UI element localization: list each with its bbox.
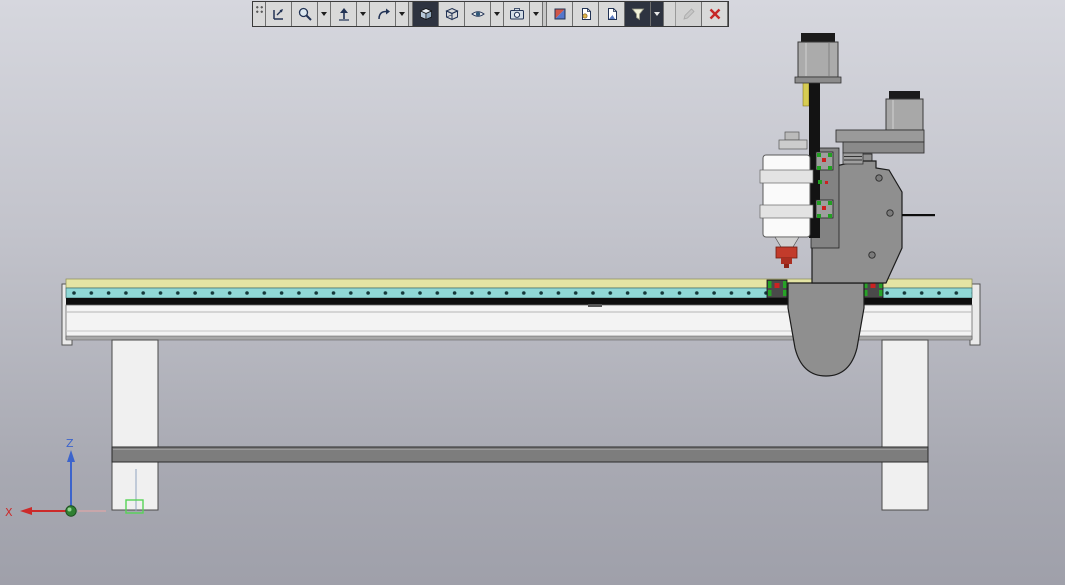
spindle-clamp-upper [759, 169, 814, 184]
z-coupler [802, 79, 810, 107]
chevron-down-icon [360, 12, 366, 16]
toolbar-grip-handle[interactable] [253, 2, 266, 26]
z-bearing-upper [815, 151, 834, 171]
display-state-doc-icon [607, 8, 617, 20]
spindle-assembly[interactable] [759, 131, 814, 268]
zoom-dropdown[interactable] [318, 2, 331, 26]
close-icon [709, 8, 720, 20]
toolbar-spacer [664, 2, 676, 26]
spindle-clamp-lower [759, 204, 814, 219]
apply-scene-dropdown[interactable] [530, 2, 543, 26]
machine-model[interactable] [61, 33, 981, 511]
z-axis-motor[interactable] [794, 33, 842, 84]
shaded-display-button[interactable] [413, 2, 439, 26]
edit-appearance-button[interactable] [573, 2, 599, 26]
limit-rod [902, 214, 935, 217]
camera-icon [509, 8, 524, 20]
hide-show-items-dropdown[interactable] [491, 2, 504, 26]
wireframe-display-button[interactable] [439, 2, 465, 26]
selection-filter-button[interactable] [625, 2, 651, 26]
close-toolbar-button[interactable] [702, 2, 728, 26]
origin-point [65, 505, 77, 517]
section-view-icon [554, 8, 565, 20]
view-orientation-button[interactable] [266, 2, 292, 26]
shaded-cube-icon [419, 8, 432, 21]
cad-viewport[interactable]: X Z [0, 0, 1065, 585]
display-state-button[interactable] [599, 2, 625, 26]
chevron-down-icon [494, 12, 500, 16]
chevron-down-icon [654, 12, 660, 16]
z-axis-label: Z [66, 437, 74, 450]
edit-button [676, 2, 702, 26]
wireframe-cube-icon [444, 7, 459, 21]
apply-scene-button[interactable] [504, 2, 530, 26]
viewport-canvas[interactable]: X Z [0, 0, 1065, 585]
grip-dots-icon [254, 5, 264, 14]
gantry-bearing-left[interactable] [766, 279, 788, 299]
standard-view-button[interactable] [331, 2, 357, 26]
beam-seam [588, 304, 602, 307]
standard-view-dropdown[interactable] [357, 2, 370, 26]
rotate-view-button[interactable] [370, 2, 396, 26]
hide-show-items-button[interactable] [465, 2, 491, 26]
left-leg[interactable] [111, 339, 159, 511]
chevron-down-icon [399, 12, 405, 16]
pencil-icon [682, 8, 695, 20]
eye-icon [470, 11, 485, 17]
rotate-view-dropdown[interactable] [396, 2, 409, 26]
appearance-doc-icon [581, 8, 591, 20]
z-bearing-lower [815, 199, 834, 219]
selection-filter-dropdown[interactable] [651, 2, 664, 26]
up-arrow-icon [338, 8, 349, 21]
origin-triad: X Z [5, 437, 106, 519]
tool-bit [784, 264, 789, 268]
magnifier-icon [298, 7, 312, 21]
collet-nut [775, 246, 798, 259]
spindle-body [762, 154, 811, 238]
carriage-lower-lobe [787, 282, 865, 377]
cross-member[interactable] [111, 446, 929, 463]
view-toolbar [252, 1, 729, 27]
corner-axes-icon [272, 9, 283, 20]
chevron-down-icon [533, 12, 539, 16]
right-leg[interactable] [881, 339, 929, 511]
x-axis-motor[interactable] [835, 91, 925, 165]
rotate-arrow-icon [377, 8, 390, 20]
x-axis-label: X [5, 506, 13, 519]
collet [781, 258, 792, 264]
zoom-button[interactable] [292, 2, 318, 26]
filter-funnel-icon [631, 8, 644, 21]
section-view-button[interactable] [547, 2, 573, 26]
chevron-down-icon [321, 12, 327, 16]
